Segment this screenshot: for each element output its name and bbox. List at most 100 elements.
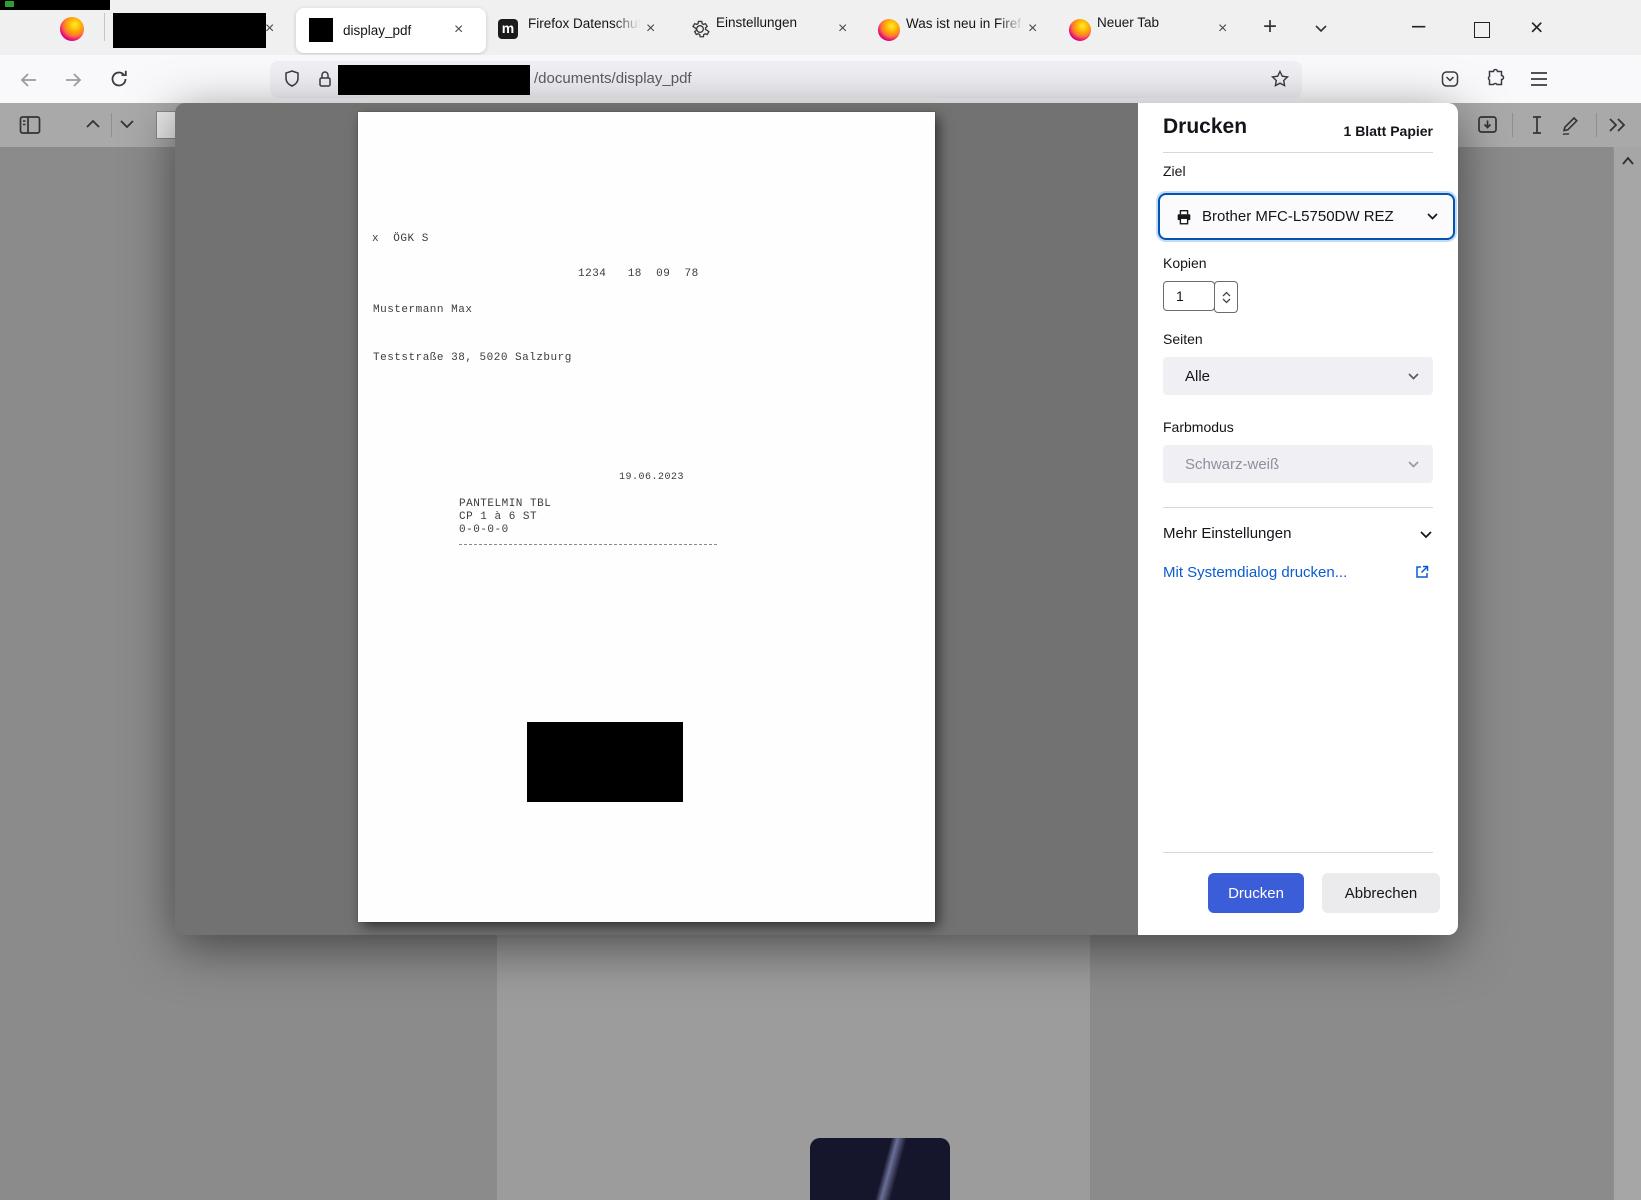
divider — [1163, 507, 1433, 508]
copies-stepper[interactable] — [1214, 281, 1238, 313]
more-settings-toggle[interactable]: Mehr Einstellungen — [1163, 525, 1291, 542]
tab-favicon-m: m — [498, 19, 518, 39]
close-icon[interactable]: × — [1218, 21, 1227, 37]
scroll-up-icon[interactable] — [1621, 156, 1635, 166]
window-minimize-button[interactable]: – — [1412, 12, 1425, 40]
bookmark-star-icon[interactable] — [1270, 69, 1290, 89]
toolbar-separator — [1512, 113, 1513, 137]
color-mode-value: Schwarz-weiß — [1185, 455, 1280, 473]
doc-dashed-separator — [459, 544, 717, 545]
pages-value: Alle — [1185, 367, 1211, 385]
stepper-up-icon — [1222, 291, 1230, 296]
lock-icon[interactable] — [315, 69, 335, 89]
doc-signature-redaction — [527, 722, 683, 802]
save-download-icon[interactable] — [1476, 113, 1500, 137]
close-icon[interactable]: × — [838, 21, 847, 37]
document-logo-fragment — [810, 1138, 950, 1200]
screen-edge-redaction — [0, 0, 110, 10]
external-link-icon[interactable] — [1414, 564, 1430, 580]
divider — [1163, 152, 1433, 153]
close-icon[interactable]: × — [454, 22, 463, 38]
doc-address: Teststraße 38, 5020 Salzburg — [373, 352, 572, 364]
navigation-toolbar: /documents/display_pdf — [0, 55, 1641, 104]
tab-label: Firefox Datenschut — [528, 16, 640, 31]
divider — [1163, 852, 1433, 853]
print-button[interactable]: Drucken — [1208, 873, 1304, 913]
copies-control — [1163, 281, 1238, 313]
tab-favicon-redacted — [309, 18, 333, 42]
stepper-down-icon — [1222, 298, 1230, 303]
tab-firefox-datenschutz[interactable]: Firefox Datenschut — [528, 15, 640, 33]
draw-pen-icon[interactable] — [1558, 112, 1584, 138]
doc-patient-name: Mustermann Max — [373, 304, 473, 316]
destination-label: Ziel — [1163, 163, 1186, 179]
more-tools-icon[interactable] — [1606, 116, 1630, 134]
close-icon[interactable]: × — [1028, 21, 1037, 37]
doc-pack-size: CP 1 à 6 ST — [459, 511, 538, 523]
hamburger-menu-icon[interactable] — [1529, 70, 1549, 88]
copies-input[interactable] — [1163, 281, 1215, 311]
chevron-down-icon — [1426, 212, 1439, 221]
doc-date: 19.06.2023 — [619, 472, 685, 483]
doc-dosage-scheme: 0-0-0-0 — [459, 524, 509, 536]
next-page-icon[interactable] — [118, 118, 136, 130]
dialog-title: Drucken — [1163, 115, 1248, 138]
back-icon[interactable] — [18, 69, 40, 91]
vertical-scrollbar[interactable] — [1613, 147, 1641, 1200]
print-settings-panel: Drucken 1 Blatt Papier Ziel Brother MFC-… — [1138, 103, 1458, 935]
url-bar[interactable]: /documents/display_pdf — [270, 61, 1302, 98]
tab-was-ist-neu[interactable]: Was ist neu in Firef — [906, 15, 1024, 33]
tab-neuer-tab[interactable]: Neuer Tab — [1097, 15, 1159, 30]
printer-name: Brother MFC-L5750DW REZ — [1202, 208, 1394, 225]
print-preview-dialog: x ÖGK S 1234 18 09 78 Mustermann Max Tes… — [175, 103, 1458, 935]
toolbar-separator — [111, 113, 112, 137]
firefox-favicon — [1069, 19, 1091, 41]
window-close-button[interactable]: × — [1530, 14, 1543, 41]
pages-select[interactable]: Alle — [1163, 357, 1433, 395]
tab-separator — [104, 13, 105, 41]
tab-einstellungen[interactable]: Einstellungen — [716, 15, 797, 30]
firefox-pinned-tab-icon[interactable] — [60, 17, 84, 41]
printer-select[interactable]: Brother MFC-L5750DW REZ — [1158, 193, 1455, 240]
pocket-save-icon[interactable] — [1440, 69, 1460, 89]
print-preview-area: x ÖGK S 1234 18 09 78 Mustermann Max Tes… — [175, 103, 1138, 935]
tracking-shield-icon[interactable] — [282, 69, 302, 89]
document-preview-page: x ÖGK S 1234 18 09 78 Mustermann Max Tes… — [358, 112, 935, 922]
doc-medication: PANTELMIN TBL — [459, 498, 552, 510]
chevron-down-icon — [1407, 372, 1420, 381]
chevron-down-icon — [1407, 460, 1420, 469]
window-maximize-button[interactable] — [1474, 22, 1490, 38]
sheet-count: 1 Blatt Papier — [1343, 123, 1433, 139]
tab-display-pdf[interactable]: display_pdf × — [296, 8, 486, 53]
sidebar-toggle-icon[interactable] — [18, 114, 42, 136]
tab-label: Was ist neu in Firef — [906, 16, 1022, 31]
forward-icon[interactable] — [62, 69, 84, 91]
toolbar-separator — [1596, 113, 1597, 137]
doc-checkbox-line: x ÖGK S — [372, 233, 429, 245]
printer-icon — [1175, 208, 1193, 226]
new-tab-button[interactable]: + — [1263, 13, 1277, 41]
reload-icon[interactable] — [108, 68, 130, 90]
url-host-redaction — [338, 65, 530, 95]
tab-redacted[interactable] — [113, 13, 266, 48]
url-path: /documents/display_pdf — [534, 70, 692, 87]
extensions-puzzle-icon[interactable] — [1485, 68, 1506, 89]
tab-bar: × display_pdf × m Firefox Datenschut × E… — [0, 0, 1641, 55]
close-icon[interactable]: × — [646, 21, 655, 37]
text-select-icon[interactable] — [1526, 113, 1548, 137]
system-dialog-link[interactable]: Mit Systemdialog drucken... — [1163, 564, 1347, 581]
color-mode-select[interactable]: Schwarz-weiß — [1163, 445, 1433, 483]
chevron-down-icon[interactable] — [1419, 530, 1433, 539]
pages-label: Seiten — [1163, 331, 1203, 347]
color-mode-label: Farbmodus — [1163, 419, 1234, 435]
cancel-button[interactable]: Abbrechen — [1322, 873, 1440, 913]
close-icon[interactable]: × — [265, 21, 274, 37]
tab-list-chevron-icon[interactable] — [1314, 24, 1328, 33]
doc-insurance-number: 1234 18 09 78 — [578, 268, 699, 280]
previous-page-icon[interactable] — [84, 118, 102, 130]
copies-label: Kopien — [1163, 255, 1207, 271]
screen-edge-indicator — [5, 1, 14, 7]
gear-icon — [690, 19, 710, 39]
firefox-favicon — [878, 19, 900, 41]
tab-label: display_pdf — [343, 23, 412, 38]
